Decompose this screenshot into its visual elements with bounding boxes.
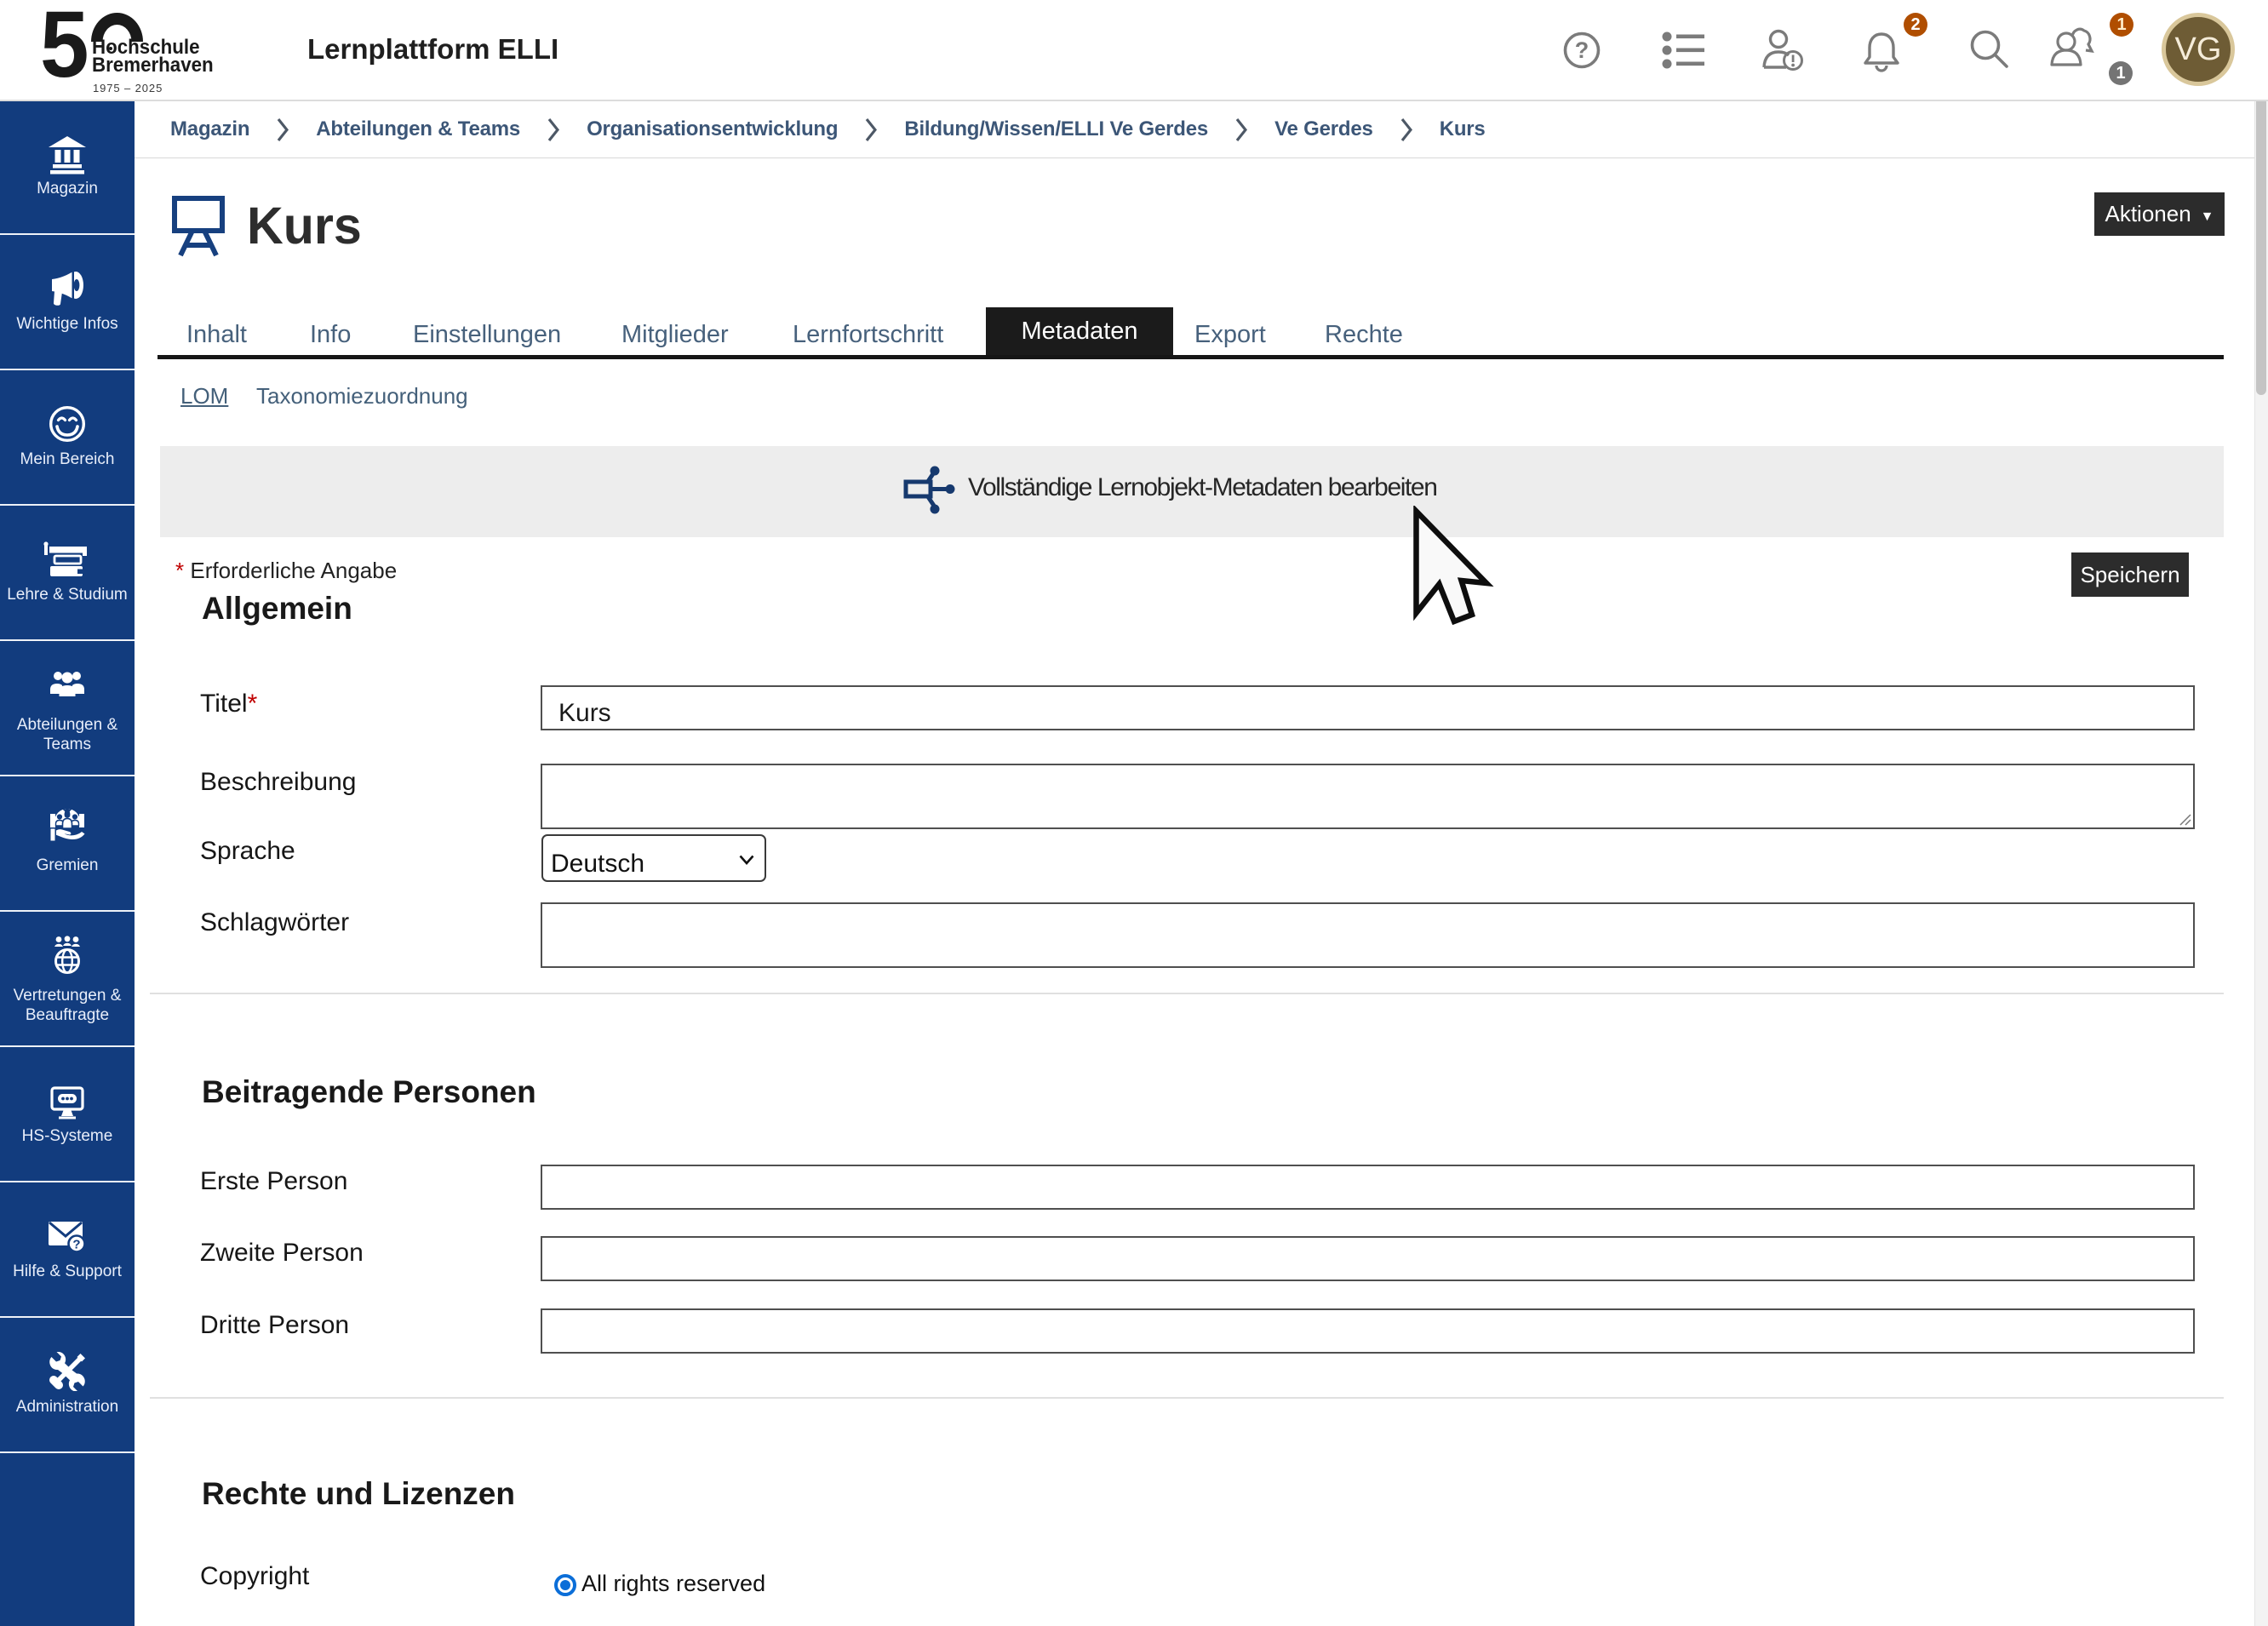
svg-text:?: ? bbox=[72, 1238, 80, 1252]
svg-text:?: ? bbox=[1575, 37, 1589, 63]
